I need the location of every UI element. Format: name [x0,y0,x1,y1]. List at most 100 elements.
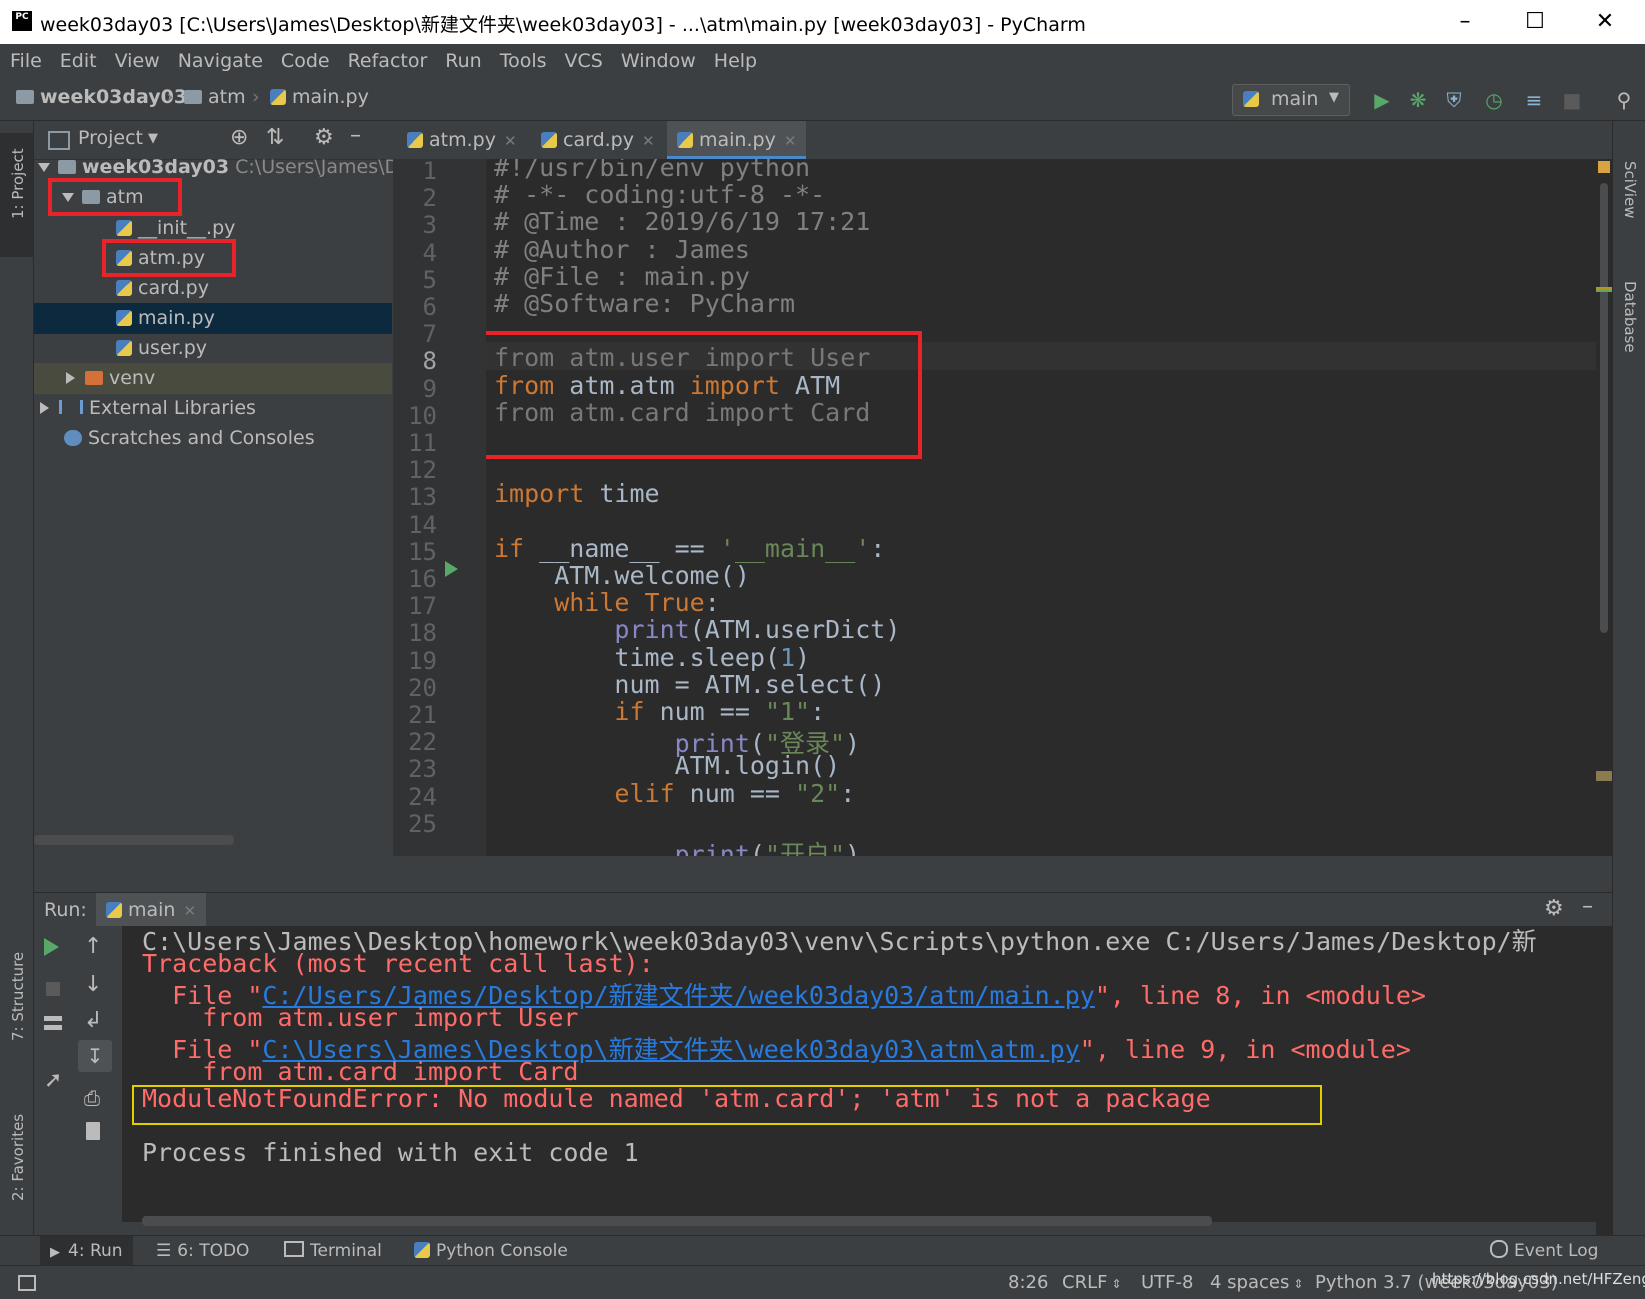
code-string: "2" [795,779,841,808]
tool-tab-python-console-label: Python Console [436,1241,568,1261]
maximize-button[interactable]: ☐ [1500,0,1570,44]
menu-edit[interactable]: Edit [51,44,106,78]
highlight-box-imports [486,331,922,459]
tree-item-external-libraries-label: External Libraries [89,397,256,419]
layout-icon[interactable] [44,1016,62,1030]
menu-bar: File Edit View Navigate Code Refactor Run Tools… [0,44,1645,78]
concurrency-icon[interactable]: ≡ [1522,88,1546,112]
status-indent[interactable]: 4 spaces ⇕ [1210,1272,1303,1293]
run-gutter-icon[interactable] [445,561,458,577]
pin-icon[interactable]: ➚ [44,1068,62,1093]
code-line-2: # -*- coding:utf-8 -*- [494,180,826,209]
toggle-tool-windows-icon[interactable] [18,1275,36,1291]
stop-icon[interactable]: ■ [1560,88,1584,112]
menu-help[interactable]: Help [705,44,766,78]
editor-tabs: atm.py ✕ card.py ✕ main.py ✕ [393,121,1612,160]
stop-icon[interactable] [46,982,60,996]
code-line-19: time.sleep(1) [494,643,810,672]
menu-window[interactable]: Window [612,44,705,78]
chevron-down-icon[interactable]: ▼ [148,131,158,146]
gear-icon[interactable]: ⚙ [314,125,334,150]
collapse-all-icon[interactable]: ⇅ [266,125,284,150]
profile-icon[interactable]: ◷ [1482,88,1506,112]
run-configuration-dropdown[interactable]: main ▼ [1232,84,1350,116]
database-tool-label[interactable]: Database [1621,281,1639,353]
tree-item-scratches[interactable]: Scratches and Consoles [34,423,422,454]
tree-item-external-libraries[interactable]: External Libraries [34,393,398,424]
up-arrow-icon[interactable]: ↑ [84,934,102,959]
scrollbar-thumb[interactable] [1600,183,1608,633]
scroll-to-end-icon[interactable]: ↧ [78,1040,112,1072]
close-tab-icon[interactable]: ✕ [784,132,797,150]
sciview-tool-label[interactable]: SciView [1621,161,1639,219]
status-encoding[interactable]: UTF-8 [1141,1272,1193,1293]
coverage-icon[interactable]: ⛨ [1442,88,1466,112]
menu-refactor[interactable]: Refactor [339,44,437,78]
code-line-13: import time [494,479,660,508]
locate-icon[interactable]: ⊕ [230,125,248,150]
print-icon[interactable]: ⎙ [84,1086,100,1110]
project-tool-label[interactable]: 1: Project [9,148,27,219]
collapsed-arrow-icon [66,372,75,384]
tool-tab-todo[interactable]: ☰ 6: TODO [156,1236,249,1266]
menu-navigate[interactable]: Navigate [169,44,272,78]
menu-code[interactable]: Code [272,44,339,78]
breadcrumb-atm[interactable]: atm [184,86,246,108]
tool-tab-terminal[interactable]: Terminal [284,1236,382,1266]
console-vertical-scrollbar[interactable] [1596,926,1612,1235]
menu-vcs[interactable]: VCS [556,44,612,78]
console-horizontal-scrollbar[interactable] [142,1216,1212,1226]
tool-tab-run-label: 4: Run [68,1241,123,1261]
tool-tab-run[interactable]: ▶ 4: Run [40,1236,133,1266]
run-tab-main[interactable]: main ✕ [96,893,207,927]
code-text: __name__ == [524,534,720,563]
close-button[interactable]: ✕ [1570,0,1640,44]
menu-file[interactable]: File [0,44,51,78]
gear-icon[interactable]: ⚙ [1544,896,1564,921]
search-icon[interactable]: ⚲ [1612,88,1636,112]
menu-view[interactable]: View [106,44,169,78]
hide-panel-icon[interactable]: – [350,123,361,148]
trash-icon[interactable] [86,1122,100,1140]
run-tab-label: main [128,899,176,921]
warning-marker-icon[interactable] [1598,161,1610,173]
code-editor[interactable]: #!/usr/bin/env python # -*- coding:utf-8… [486,159,1596,856]
editor-vertical-scrollbar[interactable] [1596,159,1612,856]
menu-run[interactable]: Run [436,44,490,78]
code-line-21: if num == "1": [494,697,825,726]
debug-icon[interactable]: ❋ [1406,88,1430,112]
breadcrumb-file[interactable]: main.py [270,86,369,108]
project-panel-title[interactable]: Project [78,127,143,149]
tool-tab-python-console[interactable]: Python Console [414,1236,568,1266]
code-keyword: while [494,588,630,617]
run-icon[interactable]: ▶ [1370,88,1394,112]
run-toolbar: ➚ ↑ ↓ ↲ ↧ ⎙ [34,926,122,1235]
down-arrow-icon[interactable]: ↓ [84,972,102,997]
close-tab-icon[interactable]: ✕ [504,132,517,150]
line-number: 15 [408,538,437,566]
structure-tool-label[interactable]: 7: Structure [9,952,27,1041]
status-line-separator[interactable]: CRLF ⇕ [1062,1272,1122,1293]
tab-atm-py[interactable]: atm.py ✕ [397,121,527,159]
project-horizontal-scrollbar[interactable] [34,835,234,845]
tree-item-main-py[interactable]: main.py [34,303,392,334]
line-number-current: 8 [422,347,437,375]
close-tab-icon[interactable]: ✕ [642,132,655,150]
hide-panel-icon[interactable]: – [1582,894,1593,919]
python-icon [1243,91,1259,107]
editor-gutter[interactable]: 1 2 3 4 5 6 7 8 9 10 11 12 13 14 15 16 1… [393,157,486,856]
tab-card-py[interactable]: card.py ✕ [531,121,665,159]
run-console[interactable]: C:\Users\James\Desktop\homework\week03da… [122,926,1596,1222]
minimize-button[interactable]: – [1430,0,1500,44]
tool-tab-event-log[interactable]: Event Log [1490,1236,1598,1266]
python-file-icon [270,89,286,105]
tree-item-venv[interactable]: venv [34,363,392,394]
menu-tools[interactable]: Tools [491,44,556,78]
tab-main-py[interactable]: main.py ✕ [667,121,807,159]
status-caret-position[interactable]: 8:26 [1008,1272,1048,1293]
breadcrumb-project[interactable]: week03day03 [16,86,187,108]
rerun-icon[interactable] [44,938,59,956]
soft-wrap-icon[interactable]: ↲ [84,1008,102,1033]
close-tab-icon[interactable]: ✕ [183,902,196,920]
favorites-tool-label[interactable]: 2: Favorites [9,1114,27,1201]
